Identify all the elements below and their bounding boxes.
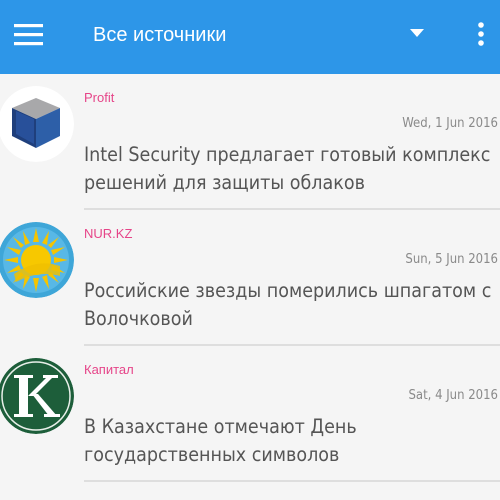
- toolbar: Все источники: [0, 0, 500, 74]
- news-source: NUR.KZ: [84, 226, 133, 241]
- more-vert-icon: [478, 22, 484, 46]
- news-headline: Intel Security предлагает готовый компле…: [84, 143, 491, 194]
- overflow-menu-button[interactable]: [466, 18, 496, 52]
- source-filter-title[interactable]: Все источники: [93, 23, 226, 47]
- news-date: Wed, 1 Jun 2016: [402, 116, 498, 131]
- hamburger-menu-icon: [14, 24, 43, 46]
- news-headline: В Казахстане отмечают День государственн…: [84, 415, 357, 466]
- source-dropdown-button[interactable]: [402, 20, 432, 50]
- divider: [84, 480, 500, 482]
- source-avatar: [0, 358, 74, 434]
- profit-logo-icon: [0, 86, 74, 162]
- app-screen: Все источники Profit Wed, 1 Jun 2016 Int…: [0, 0, 500, 500]
- source-avatar: [0, 222, 74, 298]
- news-date: Sat, 4 Jun 2016: [408, 388, 498, 403]
- kapital-k-logo-icon: [0, 358, 74, 434]
- news-source: Капитал: [84, 362, 134, 377]
- news-headline: Российские звезды померились шпагатом с …: [84, 279, 492, 330]
- news-item[interactable]: Profit Wed, 1 Jun 2016 Intel Security пр…: [0, 74, 500, 210]
- news-source: Profit: [84, 90, 115, 105]
- caret-down-icon: [410, 29, 424, 37]
- source-avatar: [0, 86, 74, 162]
- news-date: Sun, 5 Jun 2016: [405, 252, 498, 267]
- news-item[interactable]: Капитал Sat, 4 Jun 2016 В Казахстане отм…: [0, 346, 500, 482]
- news-item[interactable]: NUR.KZ Sun, 5 Jun 2016 Российские звезды…: [0, 210, 500, 346]
- kazakhstan-sun-logo-icon: [0, 222, 74, 298]
- menu-button[interactable]: [10, 16, 48, 54]
